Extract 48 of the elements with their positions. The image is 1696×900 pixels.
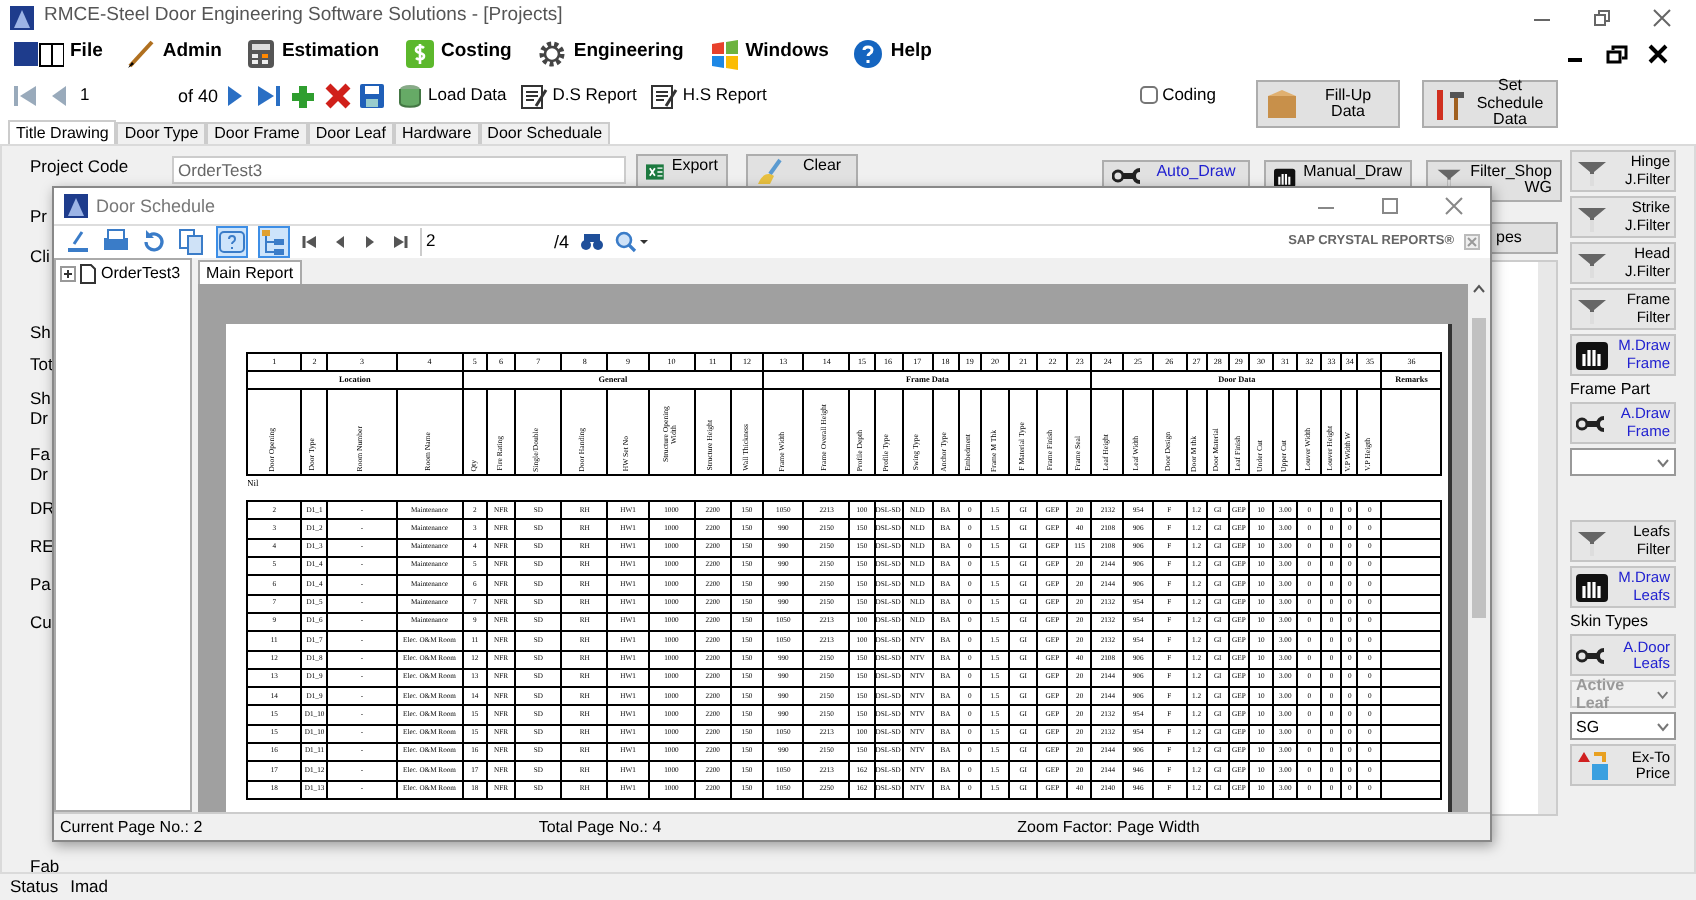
dialog-title: Door Schedule — [96, 195, 216, 217]
window-title: RMCE-Steel Door Engineering Software Solutions - [Projects] — [44, 6, 563, 28]
tab[interactable]: Door Frame — [206, 122, 308, 144]
dropdown[interactable]: SG — [1570, 712, 1676, 741]
menu-item[interactable]: Help — [852, 37, 932, 69]
status-text: Zoom Factor: Page Width — [1015, 817, 1202, 837]
tab[interactable]: Title Drawing — [8, 120, 117, 144]
menu-item[interactable]: Engineering — [535, 37, 684, 69]
status-text: Current Page No.: 2 — [58, 817, 205, 837]
status-label: Status — [10, 877, 59, 897]
tab[interactable]: Hardware — [393, 122, 480, 144]
action-button[interactable]: Fill-Up Data — [1256, 80, 1400, 128]
field-label: Sh — [30, 322, 51, 342]
field-label: Cu — [30, 612, 52, 632]
field-label: Pr — [30, 206, 47, 226]
section-label: Skin Types — [1570, 612, 1648, 631]
status-user: Imad — [70, 877, 109, 897]
field-label: Project Code — [30, 158, 131, 178]
field-label: Dr — [30, 408, 48, 428]
tab[interactable]: Door Scheduale — [479, 122, 611, 144]
field-label: Dr — [30, 464, 48, 484]
menu-item[interactable]: Costing — [403, 37, 512, 69]
toolbar-button[interactable]: Load Data — [392, 82, 511, 110]
project-code-field[interactable]: OrderTest3 — [172, 156, 626, 184]
report-tab[interactable]: Main Report — [198, 260, 302, 285]
menu-item[interactable]: Admin — [126, 37, 222, 69]
section-label: Frame Part — [1570, 380, 1651, 399]
field-label: Fa — [30, 444, 50, 464]
status-text: Total Page No.: 4 — [536, 817, 664, 837]
record-count: of 40 — [178, 85, 219, 107]
toolbar-button[interactable]: D.S Report — [516, 82, 641, 110]
menu-item[interactable]: Windows — [707, 37, 829, 69]
field-label: Pa — [30, 574, 51, 594]
checkbox-label[interactable]: Coding — [1162, 86, 1216, 106]
types-button[interactable]: pes — [1490, 222, 1558, 254]
field-label: Sh — [30, 388, 51, 408]
tab[interactable]: Door Type — [116, 122, 207, 144]
menu-item[interactable]: Estimation — [245, 37, 379, 69]
field-label: RE — [30, 536, 54, 556]
field-label: Fab — [30, 856, 60, 872]
menu-item[interactable]: File — [12, 37, 103, 69]
toolbar-button[interactable]: H.S Report — [646, 82, 771, 110]
action-button[interactable]: Set Schedule Data — [1422, 80, 1558, 128]
field-label: Cli — [30, 246, 50, 266]
page-count: /4 — [554, 231, 570, 253]
tree-item[interactable]: OrderTest3 — [101, 264, 181, 284]
field-label: Tot — [30, 354, 53, 374]
tab[interactable]: Door Leaf — [307, 122, 394, 144]
